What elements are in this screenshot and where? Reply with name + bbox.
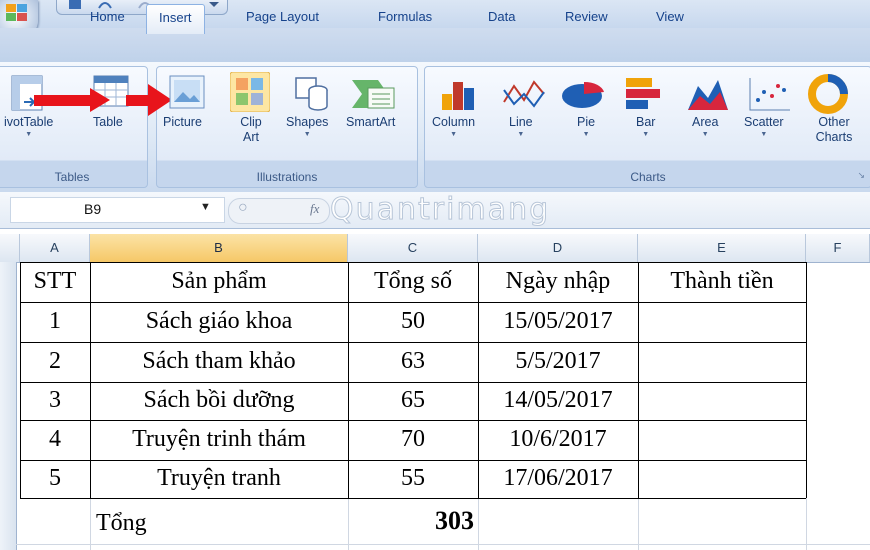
tab-insert[interactable]: Insert (146, 4, 205, 34)
picture-button[interactable]: Picture (163, 115, 202, 130)
name-box-value: B9 (84, 201, 102, 217)
tab-formulas[interactable]: Formulas (378, 9, 432, 24)
table-cell-product[interactable]: Sách tham khảo (90, 348, 348, 375)
fx-icon[interactable]: fx (310, 201, 319, 217)
picture-icon (169, 75, 205, 109)
chevron-down-icon: ▼ (517, 131, 525, 138)
shapes-label: Shapes (286, 115, 329, 129)
ribbon-tab-bar (0, 28, 870, 62)
area-label: Area (692, 115, 719, 129)
header-tong-so[interactable]: Tổng số (348, 268, 478, 295)
tab-view[interactable]: View (656, 9, 684, 24)
table-cell-stt[interactable]: 4 (20, 426, 90, 453)
smartart-icon (352, 80, 395, 109)
column-label: Column (432, 115, 476, 129)
column-header-d[interactable]: D (478, 234, 638, 262)
pie-chart-icon (562, 81, 604, 108)
illustrations-group-label: Illustrations (256, 170, 318, 184)
smartart-label: SmartArt (346, 115, 396, 129)
watermark: Quantrimang (329, 192, 551, 228)
pie-chart-button[interactable]: Pie ▼ (577, 115, 595, 140)
chevron-down-icon: ▼ (25, 131, 33, 138)
area-chart-icon (688, 80, 728, 110)
office-logo-icon (6, 4, 27, 21)
table-cell-product[interactable]: Truyện tranh (90, 465, 348, 492)
table-cell-quantity[interactable]: 50 (348, 308, 478, 335)
header-thanh-tien[interactable]: Thành tiền (638, 268, 806, 295)
scatter-chart-button[interactable]: Scatter ▼ (744, 115, 784, 140)
bar-label: Bar (636, 115, 656, 129)
table-cell-date[interactable]: 10/6/2017 (478, 426, 638, 453)
chevron-down-icon: ▼ (701, 131, 709, 138)
tab-page-layout[interactable]: Page Layout (246, 9, 319, 24)
circle-icon: ○ (238, 199, 248, 216)
area-chart-button[interactable]: Area ▼ (692, 115, 718, 140)
line-chart-icon (503, 80, 545, 108)
tab-home[interactable]: Home (90, 9, 125, 24)
other-charts-button[interactable]: Other Charts (806, 115, 862, 145)
shapes-icon (295, 77, 328, 111)
chevron-down-icon: ▼ (760, 131, 768, 138)
name-box[interactable] (10, 197, 225, 223)
table-cell-product[interactable]: Sách bồi dưỡng (90, 387, 348, 414)
chevron-down-icon: ▼ (450, 131, 457, 138)
chevron-down-icon: ▼ (582, 131, 590, 138)
other-charts-icon (808, 74, 848, 114)
column-chart-icon (442, 82, 474, 110)
tab-review[interactable]: Review (565, 9, 608, 24)
bar-chart-button[interactable]: Bar ▼ (636, 115, 655, 140)
scatter-chart-icon (749, 78, 790, 111)
other-charts-label: Other Charts (815, 115, 853, 144)
table-cell-quantity[interactable]: 55 (348, 465, 478, 492)
table-cell-stt[interactable]: 2 (20, 348, 90, 375)
picture-label: Picture (163, 115, 202, 129)
clip-art-icon (230, 72, 270, 112)
line-label: Line (509, 115, 533, 129)
name-box-dropdown-icon[interactable]: ▼ (200, 201, 211, 213)
tab-data[interactable]: Data (488, 9, 515, 24)
table-cell-date[interactable]: 14/05/2017 (478, 387, 638, 414)
table-cell-date[interactable]: 17/06/2017 (478, 465, 638, 492)
header-ngay-nhap[interactable]: Ngày nhập (478, 268, 638, 295)
header-stt[interactable]: STT (20, 268, 90, 295)
clip-art-label: Clip Art (240, 115, 262, 144)
total-label[interactable]: Tổng (96, 510, 216, 537)
chevron-down-icon: ▼ (303, 131, 311, 138)
shapes-button[interactable]: Shapes ▼ (286, 115, 328, 140)
column-header-b[interactable]: B (90, 234, 348, 262)
table-cell-quantity[interactable]: 65 (348, 387, 478, 414)
table-cell-date[interactable]: 15/05/2017 (478, 308, 638, 335)
column-header-e[interactable]: E (638, 234, 806, 262)
table-cell-quantity[interactable]: 70 (348, 426, 478, 453)
red-arrows-annotation (34, 84, 172, 116)
table-cell-product[interactable]: Truyện trinh thám (90, 426, 348, 453)
table-cell-date[interactable]: 5/5/2017 (478, 348, 638, 375)
chevron-down-icon: ▼ (642, 131, 650, 138)
table-cell-stt[interactable]: 3 (20, 387, 90, 414)
clip-art-button[interactable]: Clip Art (234, 115, 268, 145)
column-chart-button[interactable]: Column ▼ (432, 115, 475, 140)
total-value[interactable]: 303 (348, 506, 474, 536)
table-cell-stt[interactable]: 5 (20, 465, 90, 492)
dialog-launcher-icon[interactable]: ↘ (857, 170, 865, 181)
bar-chart-icon (626, 78, 660, 109)
table-cell-quantity[interactable]: 63 (348, 348, 478, 375)
table-cell-stt[interactable]: 1 (20, 308, 90, 335)
line-chart-button[interactable]: Line ▼ (509, 115, 533, 140)
charts-group-label: Charts (630, 170, 666, 184)
tables-group-label: Tables (54, 170, 90, 184)
column-header-c[interactable]: C (348, 234, 478, 262)
column-header-f[interactable]: F (806, 234, 870, 262)
pie-label: Pie (577, 115, 596, 129)
row-header-strip (0, 262, 17, 550)
column-header-a[interactable]: A (20, 234, 90, 262)
header-san-pham[interactable]: Sản phẩm (90, 268, 348, 295)
table-cell-product[interactable]: Sách giáo khoa (90, 308, 348, 335)
smartart-button[interactable]: SmartArt (346, 115, 395, 130)
scatter-label: Scatter (744, 115, 784, 129)
select-all-corner[interactable] (0, 234, 20, 262)
